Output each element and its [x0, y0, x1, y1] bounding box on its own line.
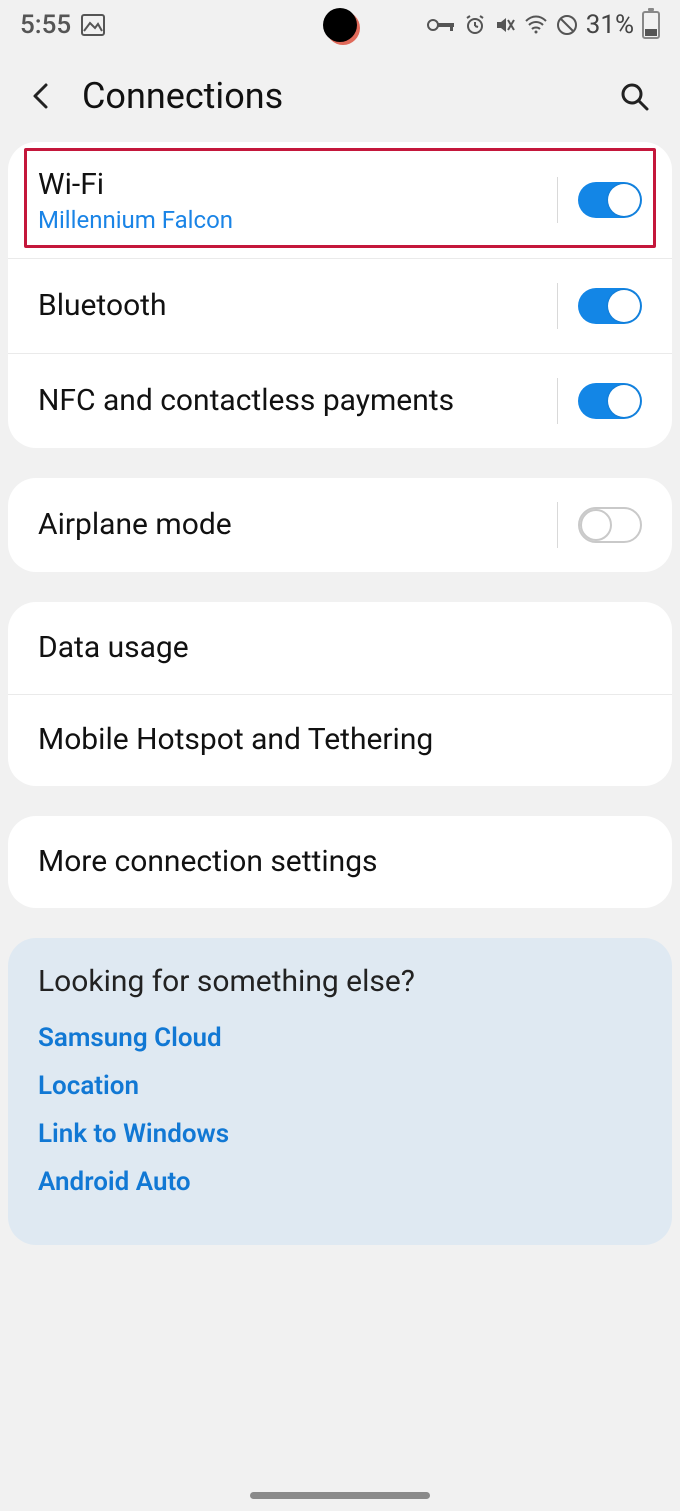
status-time: 5:55	[20, 10, 71, 40]
data-usage-title: Data usage	[38, 629, 642, 667]
connections-group-2: Airplane mode	[8, 478, 672, 572]
gesture-bar[interactable]	[250, 1492, 430, 1499]
hotspot-row[interactable]: Mobile Hotspot and Tethering	[8, 694, 672, 786]
airplane-mode-row[interactable]: Airplane mode	[8, 478, 672, 572]
hotspot-title: Mobile Hotspot and Tethering	[38, 721, 642, 759]
connections-group-3: Data usage Mobile Hotspot and Tethering	[8, 602, 672, 786]
battery-percent: 31%	[586, 10, 634, 40]
link-android-auto[interactable]: Android Auto	[38, 1167, 642, 1197]
divider	[557, 502, 558, 548]
nfc-title: NFC and contactless payments	[38, 382, 547, 420]
more-title: More connection settings	[38, 843, 642, 881]
back-button[interactable]	[20, 74, 64, 118]
do-not-disturb-icon	[556, 14, 578, 36]
mute-vibrate-icon	[494, 14, 516, 36]
wifi-icon	[524, 15, 548, 35]
alarm-icon	[464, 14, 486, 36]
bluetooth-title: Bluetooth	[38, 287, 547, 325]
suggestions-heading: Looking for something else?	[38, 964, 642, 999]
divider	[557, 177, 558, 223]
bluetooth-toggle[interactable]	[578, 288, 642, 324]
link-samsung-cloud[interactable]: Samsung Cloud	[38, 1023, 642, 1053]
nfc-toggle[interactable]	[578, 383, 642, 419]
search-button[interactable]	[612, 74, 656, 118]
page-title: Connections	[82, 75, 283, 117]
wifi-subtitle: Millennium Falcon	[38, 206, 547, 234]
connections-group-4: More connection settings	[8, 816, 672, 908]
vpn-key-icon	[426, 17, 456, 33]
battery-icon	[642, 11, 660, 39]
airplane-toggle[interactable]	[578, 507, 642, 543]
status-bar: 5:55 31%	[0, 0, 680, 50]
divider	[557, 378, 558, 424]
notch-indicator	[323, 8, 357, 42]
more-connection-settings-row[interactable]: More connection settings	[8, 816, 672, 908]
link-link-to-windows[interactable]: Link to Windows	[38, 1119, 642, 1149]
image-icon	[81, 14, 105, 36]
data-usage-row[interactable]: Data usage	[8, 602, 672, 694]
bluetooth-row[interactable]: Bluetooth	[8, 258, 672, 353]
page-header: Connections	[0, 50, 680, 142]
wifi-toggle[interactable]	[578, 182, 642, 218]
wifi-row[interactable]: Wi-Fi Millennium Falcon	[8, 142, 672, 258]
connections-group-1: Wi-Fi Millennium Falcon Bluetooth NFC an…	[8, 142, 672, 448]
nfc-row[interactable]: NFC and contactless payments	[8, 353, 672, 448]
link-location[interactable]: Location	[38, 1071, 642, 1101]
suggestions-card: Looking for something else? Samsung Clou…	[8, 938, 672, 1245]
wifi-title: Wi-Fi	[38, 166, 547, 204]
divider	[557, 283, 558, 329]
airplane-title: Airplane mode	[38, 506, 547, 544]
